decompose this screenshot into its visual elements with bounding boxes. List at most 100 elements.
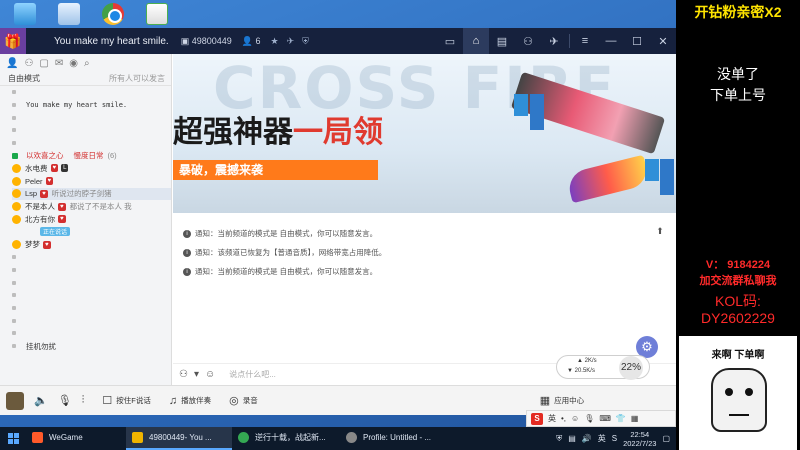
channel-marker-icon — [12, 152, 18, 159]
punctuation-icon[interactable]: •, — [561, 414, 566, 423]
row-label: 挂机勿扰 — [26, 341, 56, 351]
video-icon[interactable]: ▭ — [437, 28, 463, 54]
star-icon[interactable]: ★ — [270, 36, 278, 47]
chrome-icon[interactable] — [102, 3, 124, 25]
taskbar-item-obs[interactable]: Profile: Untitled - ... — [340, 427, 452, 450]
accompany-button[interactable]: 播放伴奏 — [181, 395, 211, 406]
member-row[interactable]: 梦梦 ♥ — [12, 238, 171, 251]
microphone-icon[interactable]: 🎙 — [584, 414, 594, 423]
ime-language[interactable]: 英 — [548, 413, 556, 424]
member-avatar-icon — [12, 189, 21, 199]
event-banner[interactable]: CROSS FIRE 超强神器一局领 暴破，震撼来袭 — [173, 54, 676, 213]
airplane-icon[interactable]: ✈ — [541, 28, 567, 54]
tree-row[interactable] — [12, 137, 171, 150]
channel-count: (6) — [107, 151, 117, 161]
shield-icon[interactable]: ⛨ — [556, 434, 562, 444]
volume-icon[interactable]: 🔊 — [582, 434, 592, 443]
tree-bullet — [12, 306, 16, 311]
member-row[interactable]: 北方有你 ♥ — [12, 213, 171, 226]
taskbar: WeGame 49800449- You ... 逆行十载，战起新... Pro… — [0, 427, 676, 450]
spreadsheet-icon[interactable] — [146, 3, 168, 25]
tree-row[interactable]: 正在说话 — [12, 226, 171, 239]
plane-icon[interactable]: ✈ — [287, 36, 295, 47]
network-speed-widget[interactable]: ▲ 2K/s ▼ 20.5K/s 22% — [556, 355, 650, 380]
tree-row[interactable] — [12, 289, 171, 302]
meme-caption: 来啊 下单啊 — [711, 350, 765, 361]
overlay-contact: V： 9184224 — [705, 259, 771, 271]
push-to-talk-icon[interactable]: ☐ — [102, 394, 112, 407]
gamepad-icon[interactable]: ⚇ — [179, 369, 188, 380]
titlebar-divider — [569, 34, 570, 48]
member-row[interactable]: 不是本人 ♥ 都说了不是本人 我 — [12, 200, 171, 213]
tree-row[interactable] — [12, 327, 171, 340]
sogou-tray-icon[interactable]: S — [612, 434, 617, 443]
tray-ime[interactable]: 英 — [598, 433, 606, 444]
equalizer-icon[interactable]: ⫶ — [82, 394, 85, 407]
member-row[interactable]: Lsp ♥ 听说过的脖子剑猪 — [12, 187, 171, 201]
blade-image — [565, 154, 651, 204]
chevron-down-icon[interactable]: ▾ — [194, 369, 199, 380]
close-icon[interactable]: ✕ — [650, 28, 676, 54]
chat-input[interactable]: 说点什么吧... — [229, 369, 276, 380]
record-icon[interactable]: ◉ — [69, 58, 78, 69]
member-row[interactable]: 水电费 ♥ L — [12, 162, 171, 175]
tree-row[interactable] — [12, 314, 171, 327]
microphone-icon[interactable]: 🎙 — [58, 394, 72, 407]
network-icon[interactable]: ▤ — [568, 434, 576, 443]
sogou-icon[interactable]: S — [531, 412, 543, 425]
search-icon[interactable]: ⌕ — [84, 58, 90, 69]
channel-row[interactable]: 以欢喜之心 慢度日常 (6) — [12, 149, 171, 162]
tree-row[interactable] — [12, 276, 171, 289]
recycle-bin-icon[interactable] — [58, 3, 80, 25]
minimize-icon[interactable]: — — [598, 28, 624, 54]
scroll-up-icon[interactable]: ⬆ — [654, 226, 666, 238]
emoji-icon[interactable]: ☺ — [205, 369, 215, 380]
mail-icon[interactable]: ✉ — [55, 58, 63, 69]
record-icon[interactable]: ◎ — [229, 394, 239, 407]
chat-icon[interactable]: ▢ — [39, 58, 48, 69]
maximize-icon[interactable]: ☐ — [624, 28, 650, 54]
gift-icon[interactable]: 🎁 — [0, 28, 26, 54]
shirt-icon[interactable]: 👕 — [616, 414, 626, 423]
music-icon[interactable]: ♫ — [169, 395, 177, 407]
upload-speed: ▲ 2K/s — [577, 358, 597, 364]
emoji-icon[interactable]: ☺ — [571, 414, 579, 423]
menu-icon[interactable]: ≡ — [572, 28, 598, 54]
taskbar-item-yy[interactable]: 49800449- You ... — [126, 427, 232, 450]
keyboard-icon[interactable]: ⌨ — [599, 414, 611, 423]
clock[interactable]: 22:54 2022/7/23 — [623, 430, 656, 448]
info-icon: i — [183, 229, 191, 238]
tree-row[interactable] — [12, 302, 171, 315]
tree-bullet — [12, 267, 16, 272]
notification-icon[interactable]: ▢ — [662, 434, 670, 443]
group-icon[interactable]: ⚇ — [24, 58, 33, 69]
tree-row[interactable] — [12, 251, 171, 264]
member-row[interactable]: Peler ♥ — [12, 175, 171, 188]
speaker-icon[interactable]: 🔈 — [34, 394, 48, 407]
tree-row[interactable] — [12, 124, 171, 137]
avatar[interactable] — [6, 391, 24, 410]
shield-icon[interactable]: ⛨ — [302, 36, 309, 47]
push-to-talk-button[interactable]: 按住F说话 — [116, 395, 151, 406]
tree-bullet — [12, 331, 16, 336]
record-button[interactable]: 录音 — [243, 395, 258, 406]
user-icon[interactable]: 👤 — [6, 58, 18, 69]
taskbar-item-chrome[interactable]: 逆行十载，战起新... — [232, 427, 340, 450]
this-pc-icon[interactable] — [14, 3, 36, 25]
app-center-button[interactable]: 应用中心 — [554, 395, 584, 406]
banner-tag — [660, 159, 674, 195]
tree-row[interactable] — [12, 264, 171, 277]
gamepad-icon[interactable]: ⚇ — [515, 28, 541, 54]
start-button[interactable] — [0, 427, 26, 450]
grid-icon[interactable]: ▦ — [631, 414, 639, 423]
tree-row[interactable] — [12, 86, 171, 99]
news-icon[interactable]: ▤ — [489, 28, 515, 54]
home-icon[interactable]: ⌂ — [463, 28, 489, 54]
tree-bullet — [12, 318, 16, 323]
app-center-icon[interactable]: ▦ — [540, 394, 550, 407]
tree-row[interactable] — [12, 111, 171, 124]
taskbar-item-wegame[interactable]: WeGame — [26, 427, 126, 450]
tree-row[interactable]: You make my heart smile. — [12, 99, 171, 112]
tree-row[interactable]: 挂机勿扰 — [12, 340, 171, 353]
member-avatar-icon — [12, 214, 21, 224]
